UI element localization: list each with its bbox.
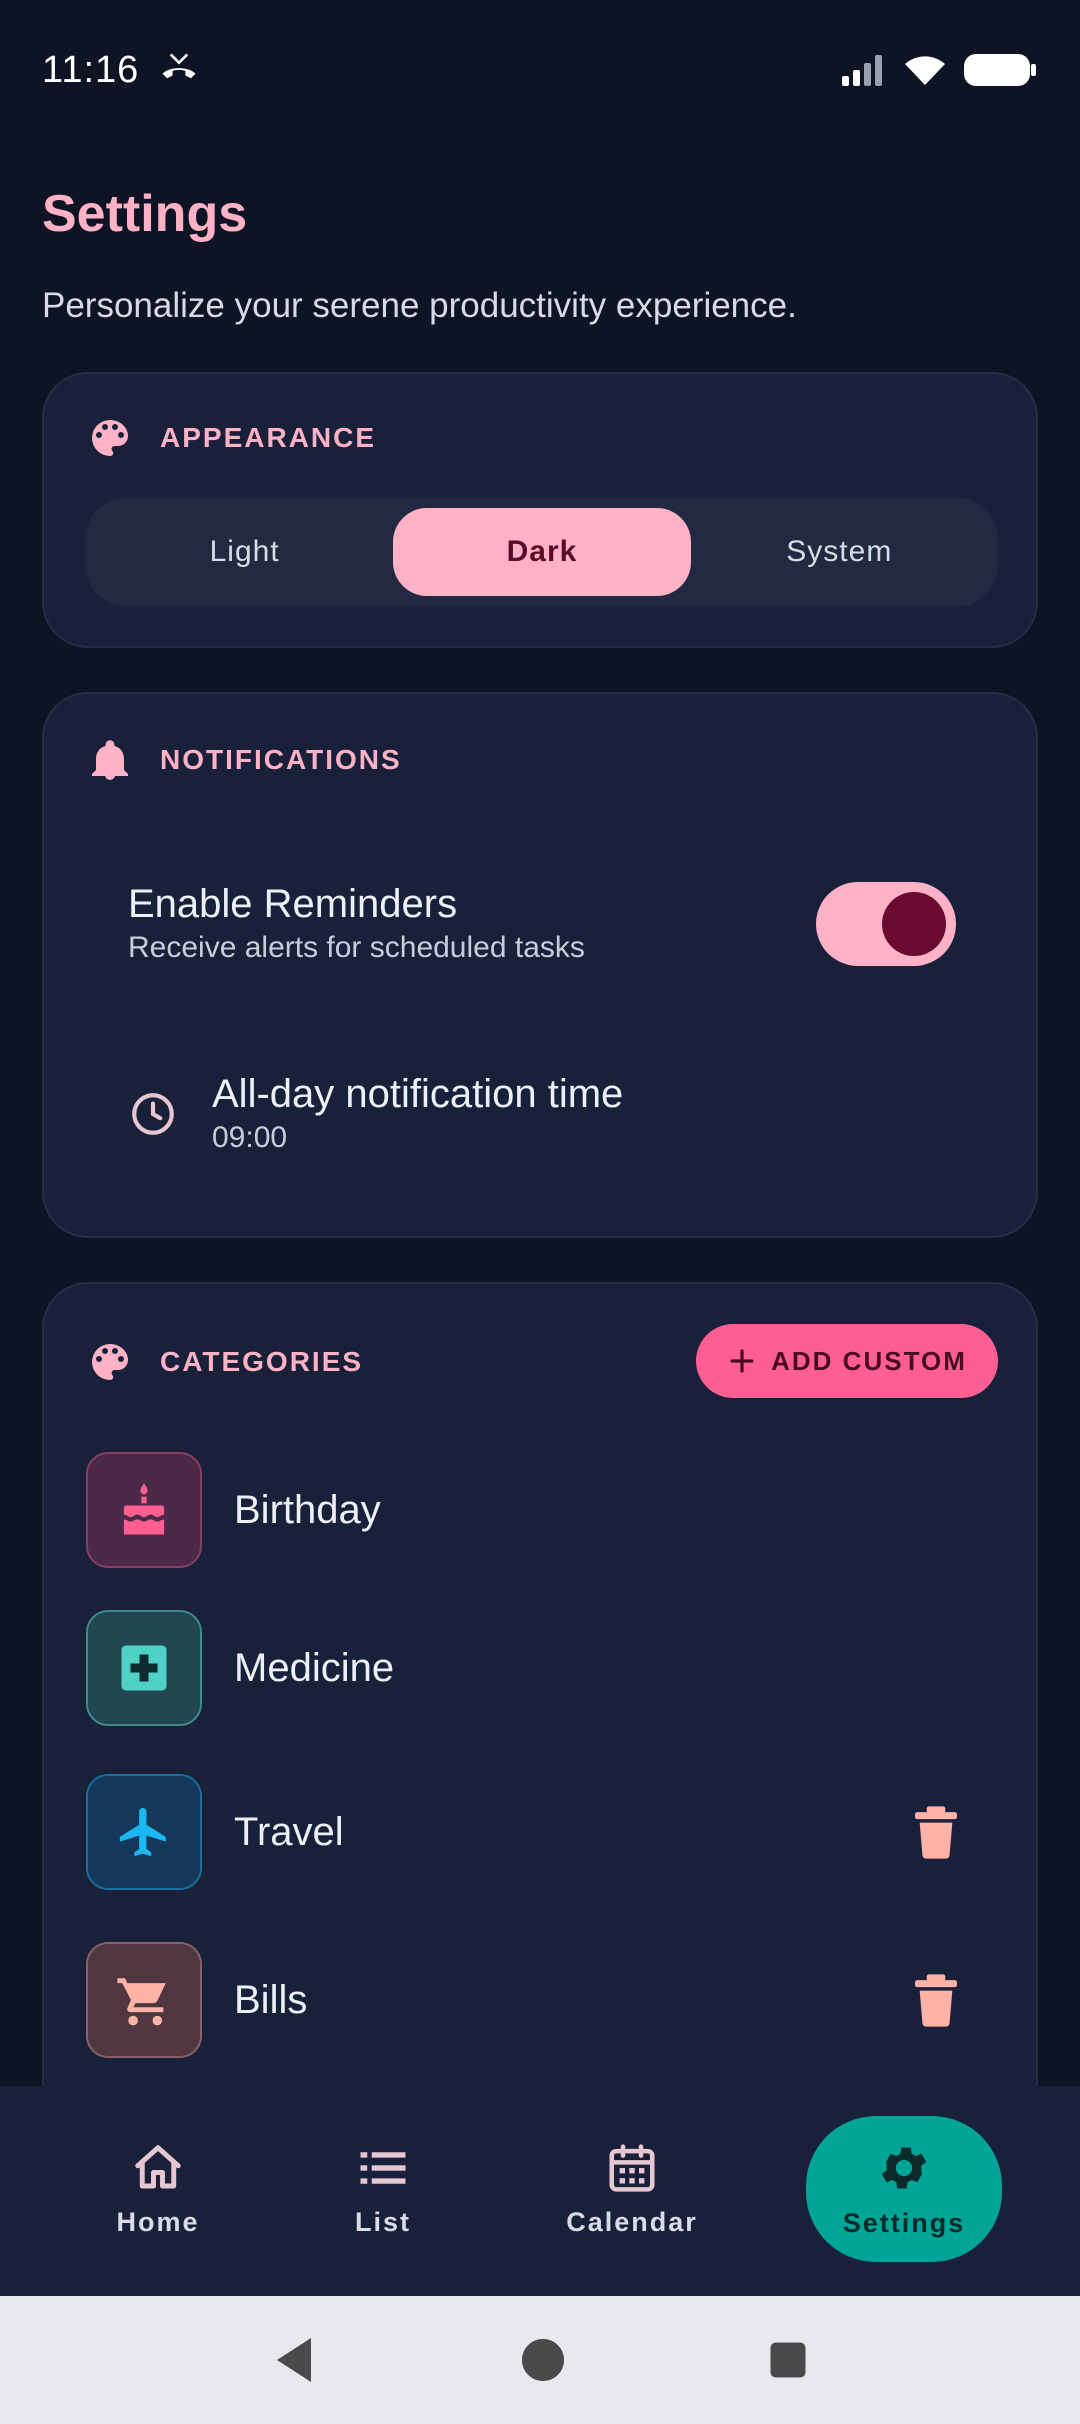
status-bar: 11:16 (0, 0, 1080, 140)
nav-label-home: Home (116, 2206, 200, 2237)
nav-item-settings[interactable]: Settings (806, 2116, 1002, 2262)
nav-label-calendar: Calendar (566, 2206, 698, 2237)
bell-icon (92, 740, 128, 780)
wifi-icon (905, 56, 945, 85)
back-icon[interactable] (271, 2334, 319, 2386)
home-circle-icon[interactable] (520, 2337, 566, 2383)
reminders-row[interactable]: Enable Reminders Receive alerts for sche… (128, 882, 585, 965)
palette-icon (92, 420, 128, 456)
reminders-title: Enable Reminders (128, 882, 458, 926)
category-name: Medicine (234, 1645, 395, 1690)
trash-icon[interactable] (912, 1972, 960, 2028)
palette-icon (92, 1344, 128, 1380)
category-item[interactable]: Travel (86, 1774, 998, 1890)
calendar-icon (609, 2143, 655, 2192)
nav-label-settings: Settings (842, 2207, 966, 2238)
category-name: Bills (234, 1977, 308, 2022)
category-name: Travel (234, 1809, 344, 1854)
page-subtitle: Personalize your serene productivity exp… (42, 286, 797, 325)
battery-icon (964, 54, 1036, 86)
reminders-toggle[interactable] (816, 882, 956, 966)
notifications-card: NOTIFICATIONS Enable Reminders Receive a… (42, 692, 1038, 1238)
cake-icon (123, 1483, 165, 1535)
add-custom-button[interactable]: ADD CUSTOM (696, 1324, 998, 1398)
add-custom-label: ADD CUSTOM (771, 1345, 967, 1376)
category-tile-bills (86, 1942, 202, 2058)
theme-option-dark[interactable]: Dark (393, 508, 691, 596)
cart-icon (117, 1978, 166, 2026)
clock-icon (132, 1092, 174, 1135)
bottom-nav: Home List Calendar Settings (0, 2086, 1080, 2296)
notifications-label: NOTIFICATIONS (160, 744, 402, 775)
category-item[interactable]: Bills (86, 1942, 998, 2058)
category-tile-birthday (86, 1452, 202, 1568)
appearance-card: APPEARANCE Light Dark System (42, 372, 1038, 648)
signal-icon (842, 55, 882, 86)
theme-selector: Light Dark System (86, 498, 998, 606)
appearance-header: APPEARANCE (86, 414, 376, 462)
toggle-knob (882, 892, 946, 956)
category-name: Birthday (234, 1487, 381, 1532)
page-title: Settings (42, 185, 248, 243)
reminders-subtitle: Receive alerts for scheduled tasks (128, 931, 585, 964)
category-tile-travel (86, 1774, 202, 1890)
system-nav-bar (0, 2296, 1080, 2424)
categories-label: CATEGORIES (160, 1346, 364, 1377)
theme-option-system[interactable]: System (691, 508, 988, 596)
appearance-label: APPEARANCE (160, 422, 377, 453)
trash-icon[interactable] (912, 1804, 960, 1860)
notifications-header: NOTIFICATIONS (86, 736, 402, 784)
categories-header: CATEGORIES (86, 1338, 363, 1386)
list-icon (360, 2151, 406, 2184)
status-icons (840, 52, 1038, 88)
nav-label-list: List (354, 2206, 411, 2237)
airplane-icon (119, 1807, 166, 1857)
medical-cross-icon (121, 1645, 167, 1691)
status-time: 11:16 (42, 48, 140, 91)
nav-item-list[interactable]: List (318, 2116, 448, 2262)
categories-card: CATEGORIES ADD CUSTOM Birthday Medicine (42, 1282, 1038, 2142)
allday-time: 09:00 (212, 1121, 288, 1154)
recents-icon[interactable] (767, 2339, 809, 2381)
allday-time-row[interactable]: All-day notification time 09:00 (128, 1072, 623, 1155)
theme-option-light[interactable]: Light (96, 508, 393, 596)
missed-call-icon (162, 53, 196, 79)
plus-icon (730, 1349, 754, 1373)
gear-icon (881, 2146, 927, 2189)
category-item[interactable]: Medicine (86, 1610, 998, 1726)
allday-title: All-day notification time (212, 1072, 624, 1116)
nav-item-home[interactable]: Home (88, 2116, 228, 2262)
home-icon (135, 2144, 181, 2188)
category-item[interactable]: Birthday (86, 1452, 998, 1568)
category-tile-medicine (86, 1610, 202, 1726)
nav-item-calendar[interactable]: Calendar (552, 2116, 712, 2262)
